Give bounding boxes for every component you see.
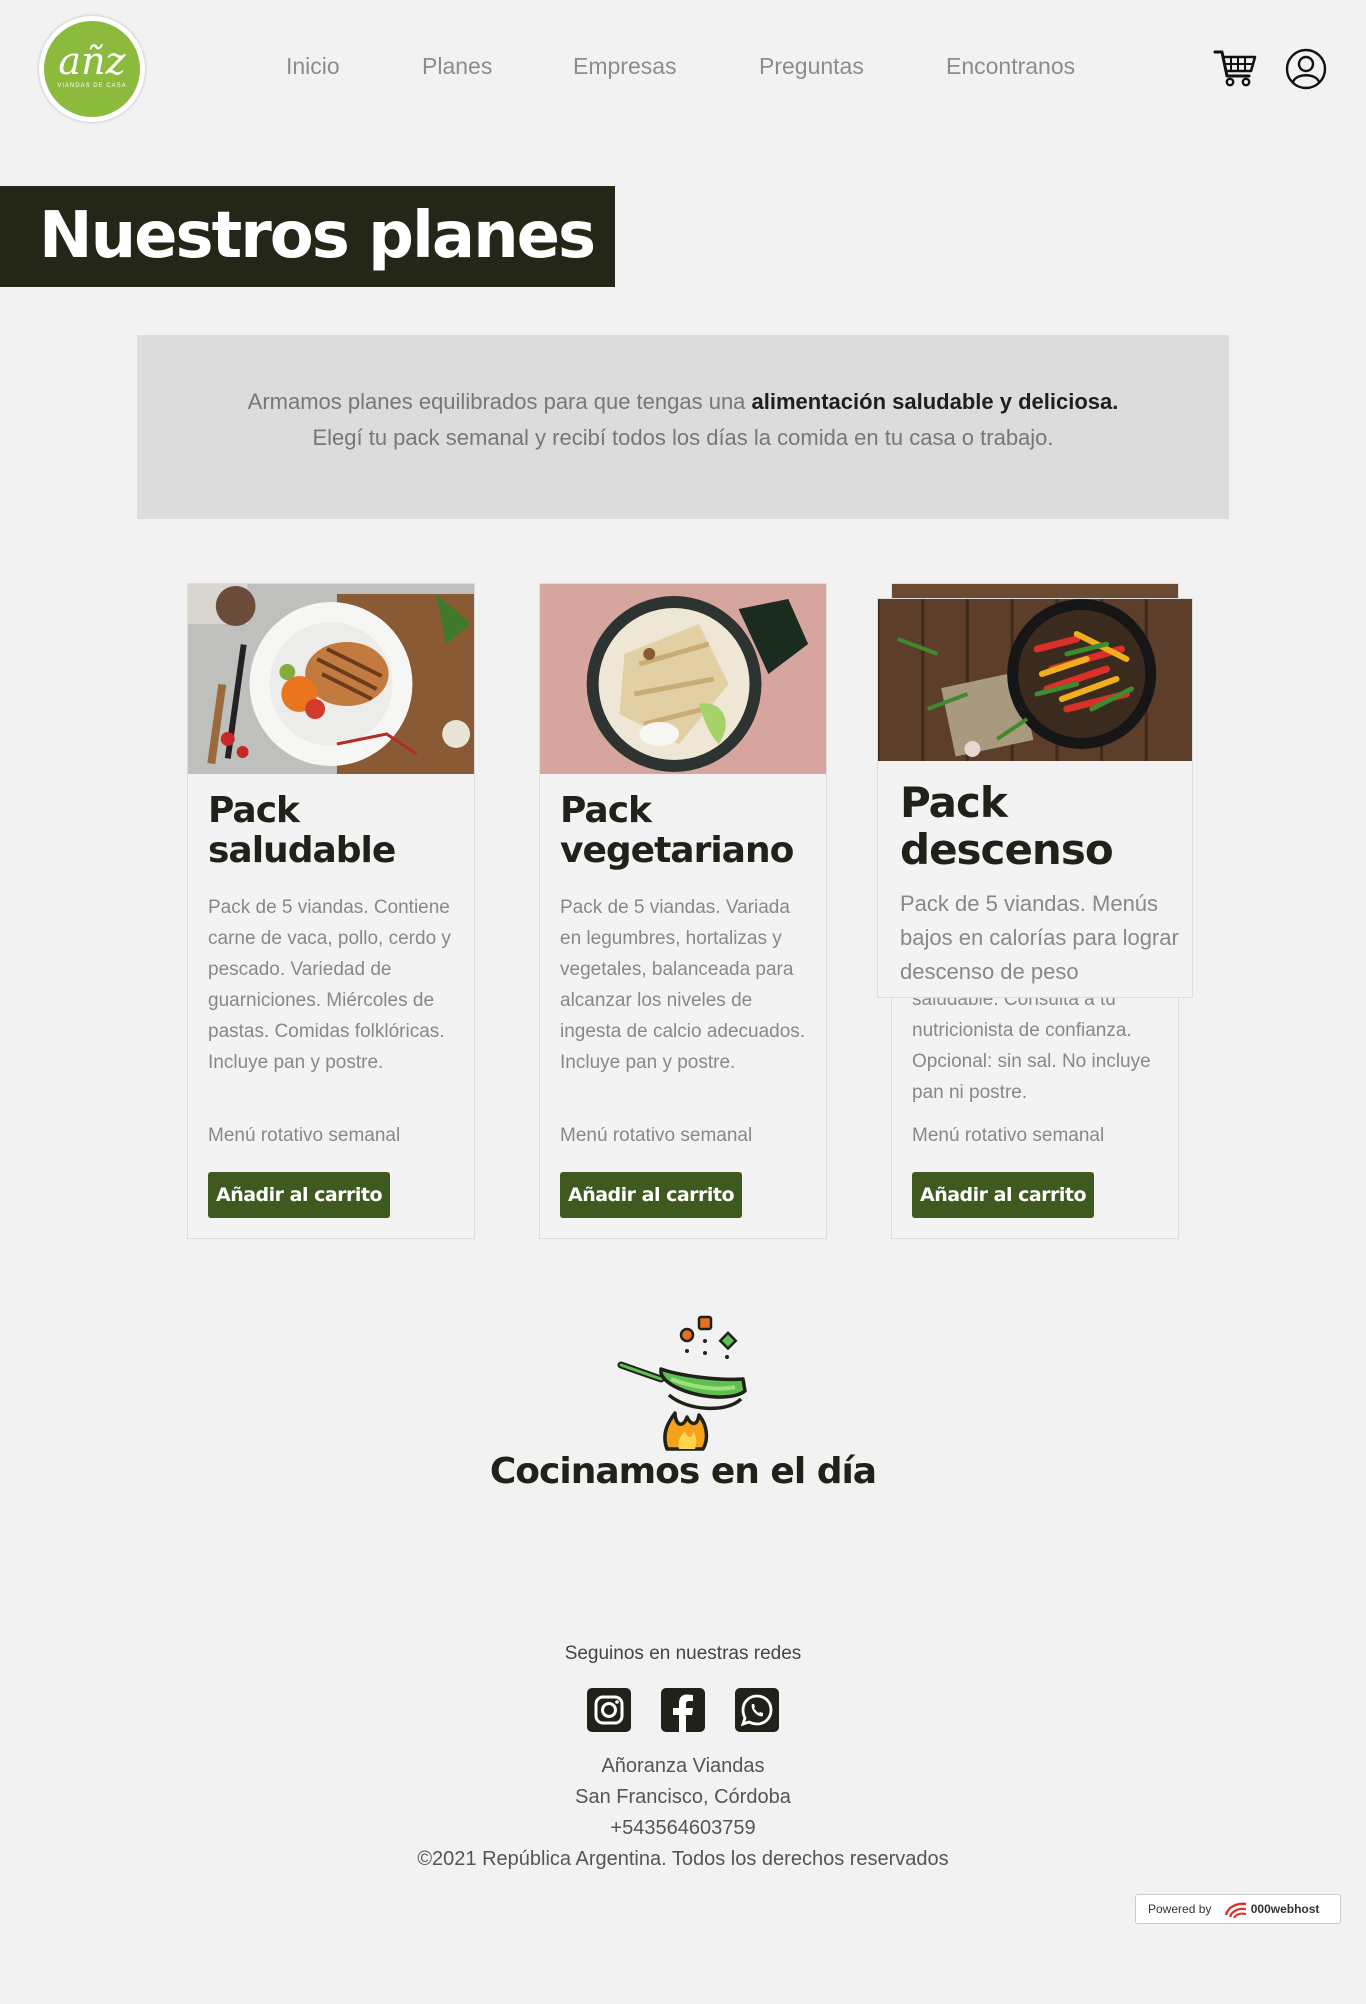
card-description: Pack de 5 viandas. Contiene carne de vac… [208,897,451,1073]
footer-company: Añoranza Viandas [601,1755,765,1777]
nav-empresas[interactable]: Empresas [573,53,677,80]
food-image-saludable [188,584,474,774]
card-menu-note: Menú rotativo semanal [208,1125,401,1146]
plan-card-descenso-zoomed[interactable]: Pack descenso Pack de 5 viandas. Menús b… [877,598,1193,998]
card-title: Pack descenso [900,778,1114,874]
powered-by-badge[interactable]: Powered by 000webhost [1135,1894,1341,1924]
nav-inicio[interactable]: Inicio [286,53,340,80]
footer-location: San Francisco, Córdoba [575,1786,791,1808]
card-description: Pack de 5 viandas. Menús bajos en calorí… [900,891,1179,984]
intro-text: Armamos planes equilibrados para que ten… [247,389,752,414]
whatsapp-icon[interactable] [735,1688,779,1732]
plan-card-saludable: Pack saludable Pack de 5 viandas. Contie… [187,583,475,1239]
webhost-logo-icon [1224,1902,1247,1919]
add-to-cart-button[interactable]: Añadir al carrito [208,1172,391,1218]
card-description: saludable. Consultá a tu nutricionista d… [912,989,1151,1103]
powered-brand: 000webhost [1250,1902,1320,1916]
card-description: Pack de 5 viandas. Variada en legumbres,… [560,897,806,1073]
cooking-pan-icon [617,1315,747,1451]
page-title-band: Nuestros planes [0,186,615,287]
cook-title: Cocinamos en el día [489,1451,877,1492]
facebook-icon[interactable] [661,1688,705,1732]
intro-box: Armamos planes equilibrados para que ten… [137,335,1229,519]
food-image-vegetariano [540,584,826,774]
card-menu-note: Menú rotativo semanal [560,1125,753,1146]
card-title: Pack saludable [208,790,396,871]
card-title: Pack vegetariano [560,790,794,871]
powered-label: Powered by [1148,1902,1212,1916]
nav-planes[interactable]: Planes [422,53,492,80]
add-to-cart-button[interactable]: Añadir al carrito [912,1172,1095,1218]
food-image-descenso [878,599,1192,761]
user-icon[interactable] [1285,48,1327,90]
nav-preguntas[interactable]: Preguntas [759,53,864,80]
nav-encontranos[interactable]: Encontranos [946,53,1075,80]
plan-card-vegetariano: Pack vegetariano Pack de 5 viandas. Vari… [539,583,827,1239]
intro-line-2: Elegí tu pack semanal y recibí todos los… [312,425,1054,450]
footer-phone[interactable]: +543564603759 [283,1817,1083,1840]
follow-label: Seguinos en nuestras redes [564,1643,802,1664]
add-to-cart-button[interactable]: Añadir al carrito [560,1172,743,1218]
instagram-icon[interactable] [587,1688,631,1732]
main-nav: Inicio Planes Empresas Preguntas Encontr… [0,53,1366,85]
page-title: Nuestros planes [39,199,596,273]
cart-icon[interactable] [1213,48,1257,88]
intro-line-1: Armamos planes equilibrados para que ten… [137,384,1229,420]
intro-highlight: alimentación saludable y deliciosa. [751,389,1119,414]
footer-copyright: ©2021 República Argentina. Todos los der… [417,1848,949,1870]
card-menu-note: Menú rotativo semanal [912,1125,1105,1146]
